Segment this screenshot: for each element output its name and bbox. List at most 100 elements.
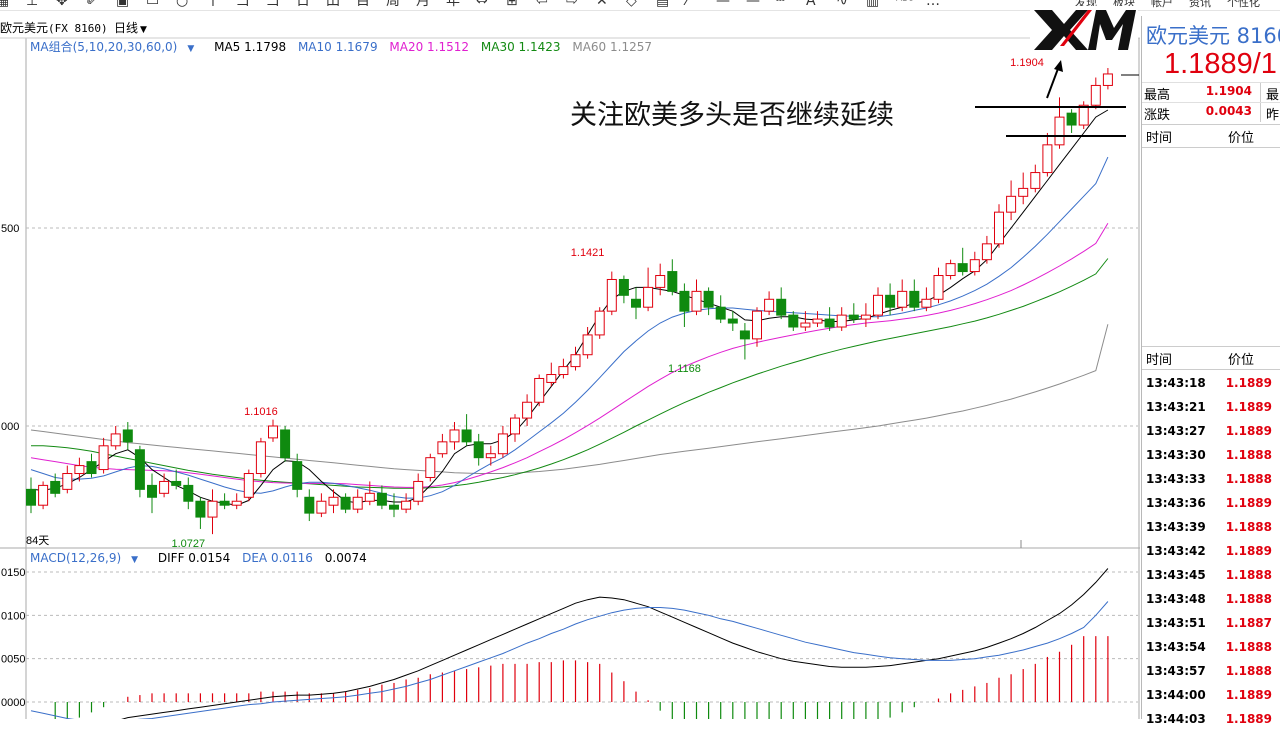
trade-header: 时间 价位 xyxy=(1142,346,1280,370)
tick-time: 13:43:36 xyxy=(1146,496,1206,510)
quote-title: 欧元美元 8160 xyxy=(1146,24,1280,48)
candle-body xyxy=(304,496,315,514)
low-label-2: 1.1168 xyxy=(668,363,701,375)
tick-price: 1.1888 xyxy=(1225,448,1272,462)
header-time: 时间 xyxy=(1146,353,1173,368)
candle-body xyxy=(655,275,666,288)
ma60-value: MA60 1.1257 xyxy=(572,40,652,54)
tick-price: 1.1889 xyxy=(1225,496,1272,510)
change-label: 涨跌 xyxy=(1144,108,1171,123)
candle-body xyxy=(497,433,508,455)
diff-value: DIFF 0.0154 xyxy=(157,551,231,565)
arrow-head xyxy=(1054,60,1063,72)
tick-row: 13:43:30 1.1888 xyxy=(1142,444,1280,468)
tick-row: 13:43:57 1.1888 xyxy=(1142,660,1280,684)
annotation-text: 关注欧美多头是否继续延续 xyxy=(570,100,894,131)
macd-tick-label: 0050 xyxy=(1,654,25,666)
ma30-line xyxy=(31,258,1109,489)
tick-time: 13:43:45 xyxy=(1146,568,1206,582)
candle-body xyxy=(522,401,533,419)
tick-time: 13:43:51 xyxy=(1146,616,1206,630)
candle-body xyxy=(510,417,520,435)
ma-legend: MA组合(5,10,20,30,60,0) ▼ MA5 1.1798 MA10 1… xyxy=(30,38,660,55)
days-label: 84天 xyxy=(26,535,49,547)
trade-header-top: 时间 价位 xyxy=(1142,124,1280,148)
candle-body xyxy=(594,310,605,336)
tick-time: 13:43:48 xyxy=(1146,592,1206,606)
chevron-down-icon: ▼ xyxy=(187,44,195,54)
ma-group-selector[interactable]: MA组合(5,10,20,30,60,0) ▼ xyxy=(30,40,202,54)
candle-body xyxy=(413,480,424,502)
menu-item[interactable]: 资讯 xyxy=(1189,0,1211,9)
ma5-line xyxy=(30,109,1109,506)
header-price: 价位 xyxy=(1228,353,1255,368)
candle-body xyxy=(667,271,678,292)
ma60-line xyxy=(30,324,1109,474)
candle-body xyxy=(909,290,920,308)
high-label-2: 1.1421 xyxy=(571,247,605,259)
candle-body xyxy=(62,473,73,490)
candle-body xyxy=(425,457,436,478)
candle-body xyxy=(679,290,690,312)
menu-item[interactable]: 个性化 xyxy=(1227,0,1260,9)
candle-body xyxy=(534,377,545,403)
candle-body xyxy=(1066,112,1077,126)
tick-time: 13:43:54 xyxy=(1146,640,1206,654)
candle-body xyxy=(836,314,847,328)
divider xyxy=(1260,83,1261,102)
candle-body xyxy=(74,465,85,475)
tick-price: 1.1889 xyxy=(1225,424,1272,438)
candle-body xyxy=(558,366,569,376)
candle-body xyxy=(171,480,182,486)
macd-legend: MACD(12,26,9) ▼ DIFF 0.0154 DEA 0.0116 0.… xyxy=(30,551,375,565)
candle-body xyxy=(1030,172,1041,189)
tick-price: 1.1889 xyxy=(1225,400,1272,414)
high-label: 最高 xyxy=(1144,88,1171,103)
candle-body xyxy=(219,500,230,506)
tick-time: 13:43:57 xyxy=(1146,664,1206,678)
candle-body xyxy=(969,259,980,273)
candle-body xyxy=(570,354,581,368)
tick-time: 13:43:42 xyxy=(1146,544,1206,558)
candle-body xyxy=(122,429,133,443)
tick-price: 1.1888 xyxy=(1225,592,1272,606)
candle-body xyxy=(1102,73,1113,86)
tick-price: 1.1889 xyxy=(1225,712,1272,726)
candle-body xyxy=(739,330,750,340)
macd-tick-label: 0100 xyxy=(1,610,25,622)
candle-body xyxy=(38,484,49,506)
macd-selector[interactable]: MACD(12,26,9) ▼ xyxy=(30,551,146,565)
tick-price: 1.1888 xyxy=(1225,520,1272,534)
tick-time: 13:43:39 xyxy=(1146,520,1206,534)
quote-change-row: 涨跌 0.0043 昨 xyxy=(1142,102,1280,123)
tick-time: 13:43:21 xyxy=(1146,400,1206,414)
candle-body xyxy=(1018,187,1029,197)
macd-tick-label: 0000 xyxy=(1,697,25,709)
candle-body xyxy=(98,445,109,471)
macd-label: MACD(12,26,9) xyxy=(30,551,122,565)
dea-value: DEA 0.0116 xyxy=(242,551,313,565)
candle-body xyxy=(715,306,726,320)
candle-body xyxy=(255,441,266,475)
header-time: 时间 xyxy=(1146,131,1173,146)
tick-row: 13:43:33 1.1888 xyxy=(1142,468,1280,492)
candle-body xyxy=(461,429,472,443)
menu-item[interactable]: 帐户 xyxy=(1151,0,1173,9)
candle-body xyxy=(897,290,908,308)
tick-price: 1.1888 xyxy=(1225,664,1272,678)
candle-body xyxy=(848,314,859,320)
candle-body xyxy=(1078,104,1089,126)
candle-body xyxy=(776,298,787,316)
right-label-1: 最 xyxy=(1266,88,1280,103)
candle-body xyxy=(159,480,170,494)
tick-row: 13:44:00 1.1889 xyxy=(1142,684,1280,708)
candle-body xyxy=(691,290,702,312)
candle-body xyxy=(994,211,1004,245)
candle-body xyxy=(364,492,375,502)
quote-high-row: 最高 1.1904 最 xyxy=(1142,82,1280,103)
tick-list[interactable]: 13:43:18 1.1889 13:43:21 1.1889 13:43:27 1.18… xyxy=(1142,372,1280,732)
ma20-line xyxy=(30,222,1109,488)
tick-row: 13:43:54 1.1888 xyxy=(1142,636,1280,660)
candle-body xyxy=(376,492,387,506)
candle-body xyxy=(606,278,617,312)
